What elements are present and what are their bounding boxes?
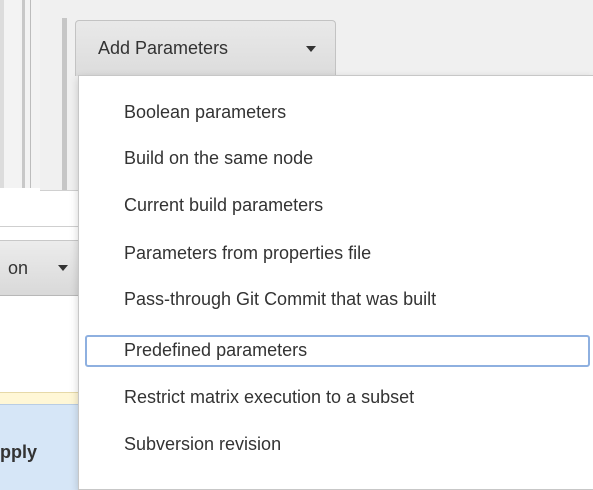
panel-divider [30, 0, 31, 188]
menu-item-label: Subversion revision [124, 434, 282, 454]
panel-indent-bar [62, 18, 67, 190]
menu-item-parameters-from-properties-file[interactable]: Parameters from properties file [85, 238, 590, 270]
menu-item-label: Predefined parameters [124, 340, 308, 360]
menu-item-subversion-revision[interactable]: Subversion revision [85, 429, 590, 461]
menu-item-label: Restrict matrix execution to a subset [124, 387, 415, 407]
caret-down-icon [58, 265, 68, 271]
menu-item-label: Pass-through Git Commit that was built [124, 289, 437, 309]
menu-item-label: Boolean parameters [124, 102, 287, 122]
apply-button[interactable]: pply [0, 404, 80, 490]
add-parameters-label: Add Parameters [98, 38, 229, 58]
menu-item-boolean-parameters[interactable]: Boolean parameters [85, 97, 590, 129]
menu-item-label: Parameters from properties file [124, 243, 372, 263]
menu-item-label: Build on the same node [124, 148, 314, 168]
partial-dropdown-button[interactable]: on [0, 240, 80, 296]
left-edge-strip [0, 0, 4, 188]
partial-dropdown-label: on [8, 258, 29, 278]
add-parameters-button[interactable]: Add Parameters [75, 20, 336, 76]
apply-button-label: pply [0, 442, 38, 462]
menu-item-restrict-matrix-execution[interactable]: Restrict matrix execution to a subset [85, 382, 590, 414]
add-parameters-menu: Boolean parameters Build on the same nod… [78, 75, 593, 490]
menu-item-predefined-parameters[interactable]: Predefined parameters [85, 335, 590, 367]
panel-divider [22, 0, 25, 188]
menu-item-current-build-parameters[interactable]: Current build parameters [85, 190, 590, 222]
menu-item-pass-through-git-commit[interactable]: Pass-through Git Commit that was built [85, 284, 590, 316]
menu-item-label: Current build parameters [124, 195, 324, 215]
caret-down-icon [306, 46, 316, 52]
menu-item-build-on-same-node[interactable]: Build on the same node [85, 143, 590, 175]
